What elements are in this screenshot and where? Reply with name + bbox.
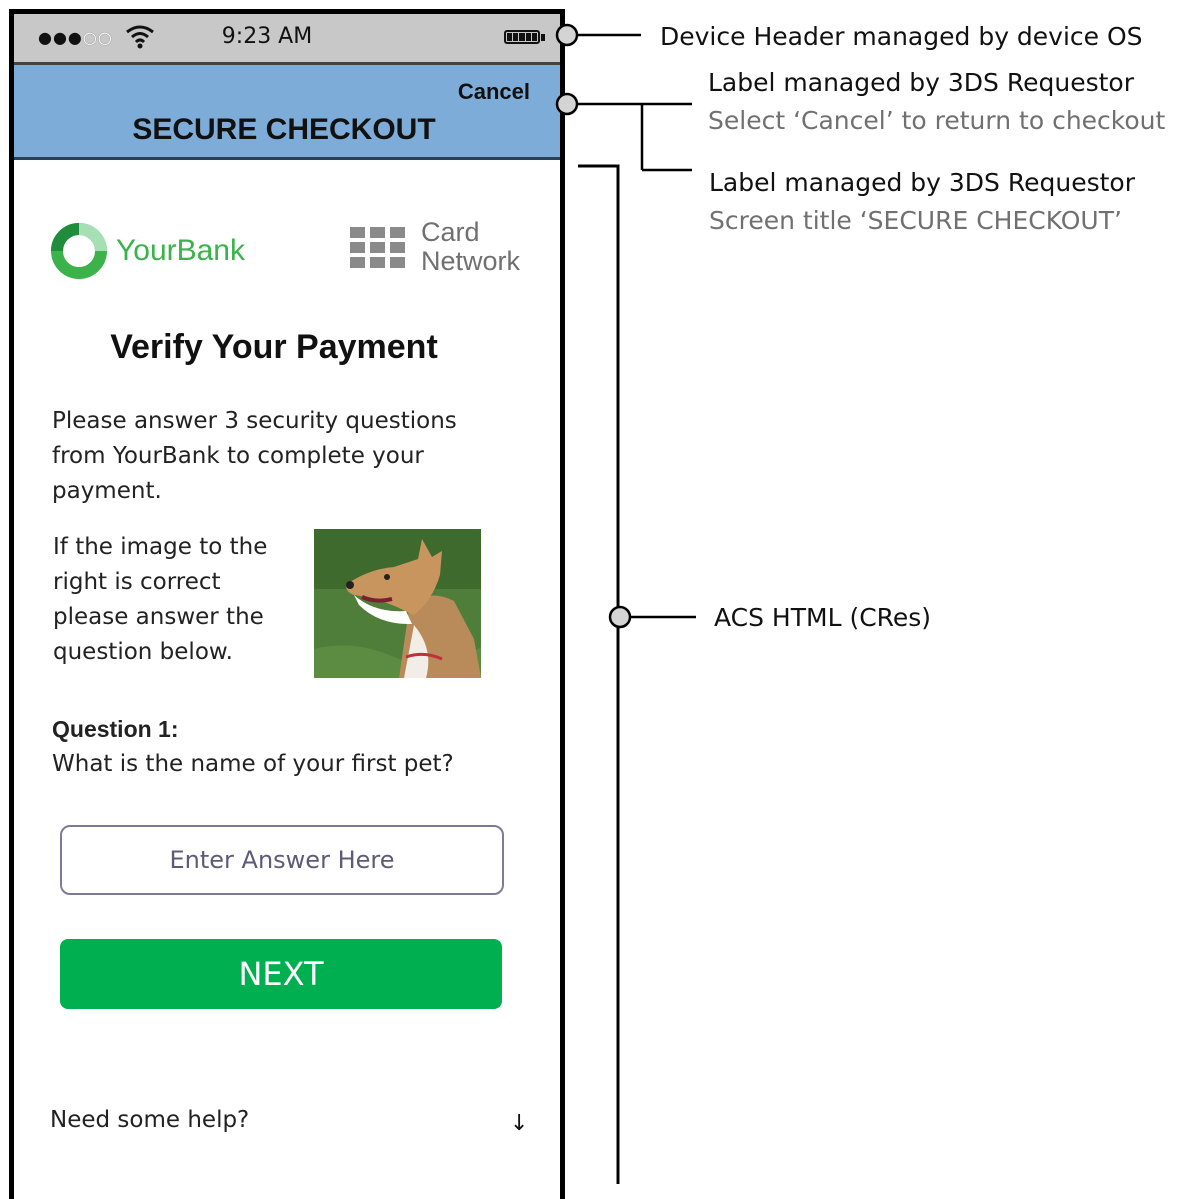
annotation-screen-title-title: Label managed by 3DS Requestor [709, 168, 1136, 197]
annotation-acs-html: ACS HTML (CRes) [714, 603, 932, 632]
annotation-screen-title-desc: Screen title ‘SECURE CHECKOUT’ [709, 206, 1122, 235]
annotation-device-header: Device Header managed by device OS [660, 22, 1143, 51]
annotation-cancel-label-desc: Select ‘Cancel’ to return to checkout [708, 106, 1166, 135]
annotation-cancel-label-title: Label managed by 3DS Requestor [708, 68, 1135, 97]
